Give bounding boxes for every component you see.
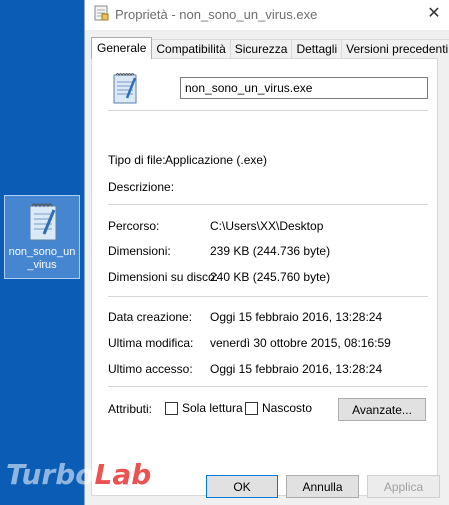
readonly-checkbox[interactable]: Sola lettura [165,401,243,415]
apply-button[interactable]: Applica [367,475,440,498]
hidden-checkbox[interactable]: Nascosto [245,401,312,415]
tab-strip: Generale Compatibilità Sicurezza Dettagl… [91,37,449,59]
accessed-label: Ultimo accesso: [108,362,193,376]
path-label: Percorso: [108,219,160,233]
path-value: C:\Users\XX\Desktop [210,219,324,233]
watermark-part1: Turbo [6,458,95,491]
properties-icon [94,5,109,21]
desktop-icon-label: non_sono_un_virus [8,246,76,271]
modified-label: Ultima modifica: [108,336,194,350]
separator [108,386,428,387]
desktop-file-icon[interactable]: non_sono_un_virus [4,195,80,279]
cancel-button[interactable]: Annulla [286,475,359,498]
separator [108,296,428,297]
close-button[interactable]: ✕ [424,3,444,23]
attributes-label: Attributi: [108,402,153,416]
modified-value: venerdì 30 ottobre 2015, 08:16:59 [210,336,391,350]
disk-size-value: 240 KB (245.760 byte) [210,270,331,284]
size-value: 239 KB (244.736 byte) [210,244,331,258]
notepad-icon [29,203,57,241]
filename-input[interactable]: non_sono_un_virus.exe [180,77,428,99]
file-type-label: Tipo di file: [108,153,166,167]
accessed-value: Oggi 15 febbraio 2016, 13:28:24 [210,362,383,376]
created-value: Oggi 15 febbraio 2016, 13:28:24 [210,310,383,324]
separator [108,204,428,205]
advanced-button[interactable]: Avanzate... [338,398,426,421]
ok-button[interactable]: OK [206,475,278,498]
properties-window: Proprietà - non_sono_un_virus.exe ✕ Gene… [84,0,449,505]
close-icon: ✕ [427,5,441,22]
disk-size-label: Dimensioni su disco: [108,270,219,284]
description-label: Descrizione: [108,180,175,194]
general-tab-panel: non_sono_un_virus.exe Tipo di file: Appl… [91,58,438,496]
hidden-label: Nascosto [262,401,313,415]
tab-generale[interactable]: Generale [91,37,153,59]
watermark-part3: .it [151,458,185,491]
tab-sicurezza[interactable]: Sicurezza [229,39,293,59]
title-bar[interactable]: Proprietà - non_sono_un_virus.exe ✕ [85,0,449,30]
dialog-body: Generale Compatibilità Sicurezza Dettagl… [85,30,449,505]
file-type-value: Applicazione (.exe) [165,153,268,167]
tab-compatibilita[interactable]: Compatibilità [151,39,231,59]
size-label: Dimensioni: [108,244,171,258]
tab-dettagli[interactable]: Dettagli [291,39,343,59]
separator [108,110,428,111]
created-label: Data creazione: [108,310,193,324]
watermark-part2: Lab [94,458,152,491]
window-title: Proprietà - non_sono_un_virus.exe [115,7,318,22]
checkbox-box[interactable] [245,401,258,415]
readonly-label: Sola lettura [182,401,243,415]
tab-versioni-precedenti[interactable]: Versioni precedenti [341,39,449,59]
watermark-logo: TurboLab.it [6,458,185,491]
checkbox-box[interactable] [165,401,178,415]
notepad-icon [113,73,137,104]
